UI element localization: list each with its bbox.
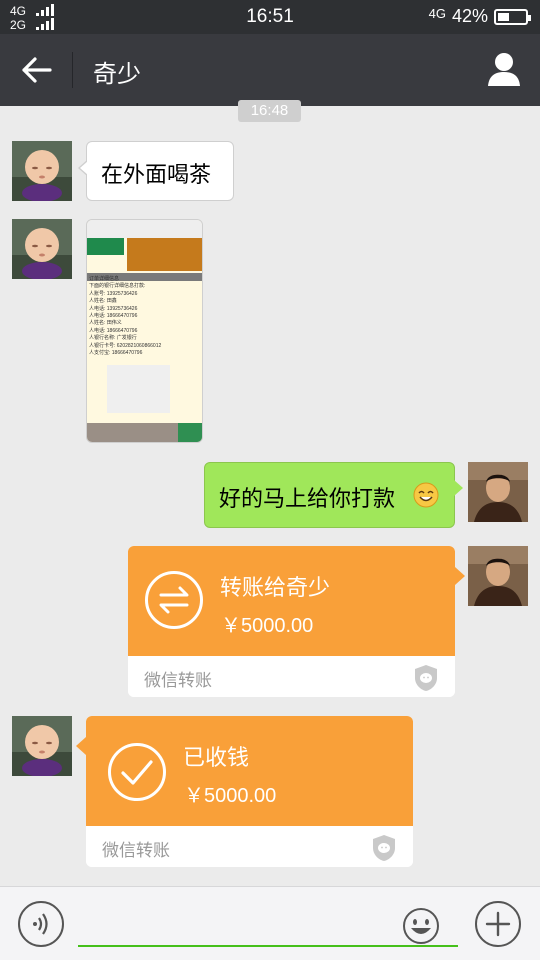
back-button[interactable] xyxy=(16,52,56,88)
monk-figurine-avatar xyxy=(12,716,72,776)
my-avatar[interactable] xyxy=(468,546,528,606)
message-text: 在外面喝茶 xyxy=(101,163,212,188)
man-photo-avatar xyxy=(468,462,528,522)
wechat-shield-icon xyxy=(373,835,395,861)
emoji-icon xyxy=(403,908,439,944)
thumb-text-line: 人电话: 13925736426 xyxy=(89,305,138,312)
image-message-thumbnail[interactable]: 订单详细信息 下面的银行详细信息打款: 人账号: 13925736426 人姓名: 田… xyxy=(86,219,203,443)
thumb-text-line: 下面的银行详细信息打款: xyxy=(89,283,146,290)
profile-button[interactable] xyxy=(484,50,524,90)
transfer-amount: ￥5000.00 xyxy=(221,615,314,637)
emoji-button[interactable] xyxy=(402,907,440,945)
network-type-right: 4G xyxy=(428,6,446,21)
contact-avatar[interactable] xyxy=(12,716,72,776)
wechat-shield-icon xyxy=(415,665,437,691)
transfer-arrows-icon xyxy=(145,571,203,629)
message-timestamp: 16:48 xyxy=(238,100,301,122)
contact-avatar[interactable] xyxy=(12,219,72,279)
voice-button[interactable] xyxy=(18,901,64,947)
chat-header: 奇少 xyxy=(0,34,540,106)
thumb-text-lines: 订单详细信息 下面的银行详细信息打款: 人账号: 13925736426 人姓名: 田… xyxy=(87,276,202,357)
chat-input-bar xyxy=(0,886,540,960)
transfer-title: 转账给奇少 xyxy=(220,576,331,601)
header-divider xyxy=(72,52,73,88)
message-text: 好的马上给你打款 xyxy=(219,487,396,512)
plus-icon xyxy=(485,911,511,937)
transfer-footer-label: 微信转账 xyxy=(102,841,170,861)
bubble-tail xyxy=(455,567,465,585)
chat-title: 奇少 xyxy=(93,60,141,88)
transfer-title: 已收钱 xyxy=(183,746,250,771)
contact-avatar[interactable] xyxy=(12,141,72,201)
monk-figurine-avatar xyxy=(12,219,72,279)
checkmark-icon xyxy=(108,743,166,801)
transfer-amount: ￥5000.00 xyxy=(184,785,277,807)
transfer-card-sent[interactable]: 转账给奇少 ￥5000.00 微信转账 xyxy=(128,546,455,697)
battery-fill xyxy=(498,12,509,21)
arrow-left-icon xyxy=(22,57,52,83)
monk-figurine-avatar xyxy=(12,141,72,201)
message-input[interactable] xyxy=(78,901,458,947)
thumb-text-line: 人银行卡号: 6202821060866012 xyxy=(89,342,162,349)
thumb-text-line: 人姓名: 田伟义 xyxy=(89,320,122,327)
transfer-footer-label: 微信转账 xyxy=(144,671,212,691)
my-avatar[interactable] xyxy=(468,462,528,522)
transfer-arrows-glyph xyxy=(159,586,189,614)
battery-icon xyxy=(494,8,531,25)
thumb-statusbar xyxy=(87,220,202,238)
checkmark-glyph xyxy=(121,760,153,785)
thumb-image-placeholder xyxy=(107,365,170,413)
outgoing-message-bubble[interactable]: 好的马上给你打款 xyxy=(204,462,463,528)
thumb-text-line: 人姓名: 田鑫 xyxy=(89,298,117,305)
voice-icon xyxy=(33,913,48,935)
battery-percent: 42% xyxy=(451,6,488,26)
thumb-text-line: 人银行名称: 广发银行 xyxy=(89,335,137,342)
thumb-orange-block xyxy=(127,238,202,271)
thumb-footer-green xyxy=(178,423,202,442)
more-options-button[interactable] xyxy=(475,901,521,947)
man-photo-avatar xyxy=(468,546,528,606)
transfer-card-received[interactable]: 已收钱 ￥5000.00 微信转账 xyxy=(86,716,413,867)
incoming-message-bubble[interactable]: 在外面喝茶 xyxy=(78,141,234,201)
smile-emoji-icon xyxy=(413,482,439,508)
thumb-text-line: 人支付宝: 18666470796 xyxy=(89,350,143,357)
thumb-green-block xyxy=(87,238,124,255)
status-bar: 4G 2G 16:51 4G 42% xyxy=(0,0,540,34)
person-icon xyxy=(488,53,520,86)
bubble-tail xyxy=(76,737,86,755)
